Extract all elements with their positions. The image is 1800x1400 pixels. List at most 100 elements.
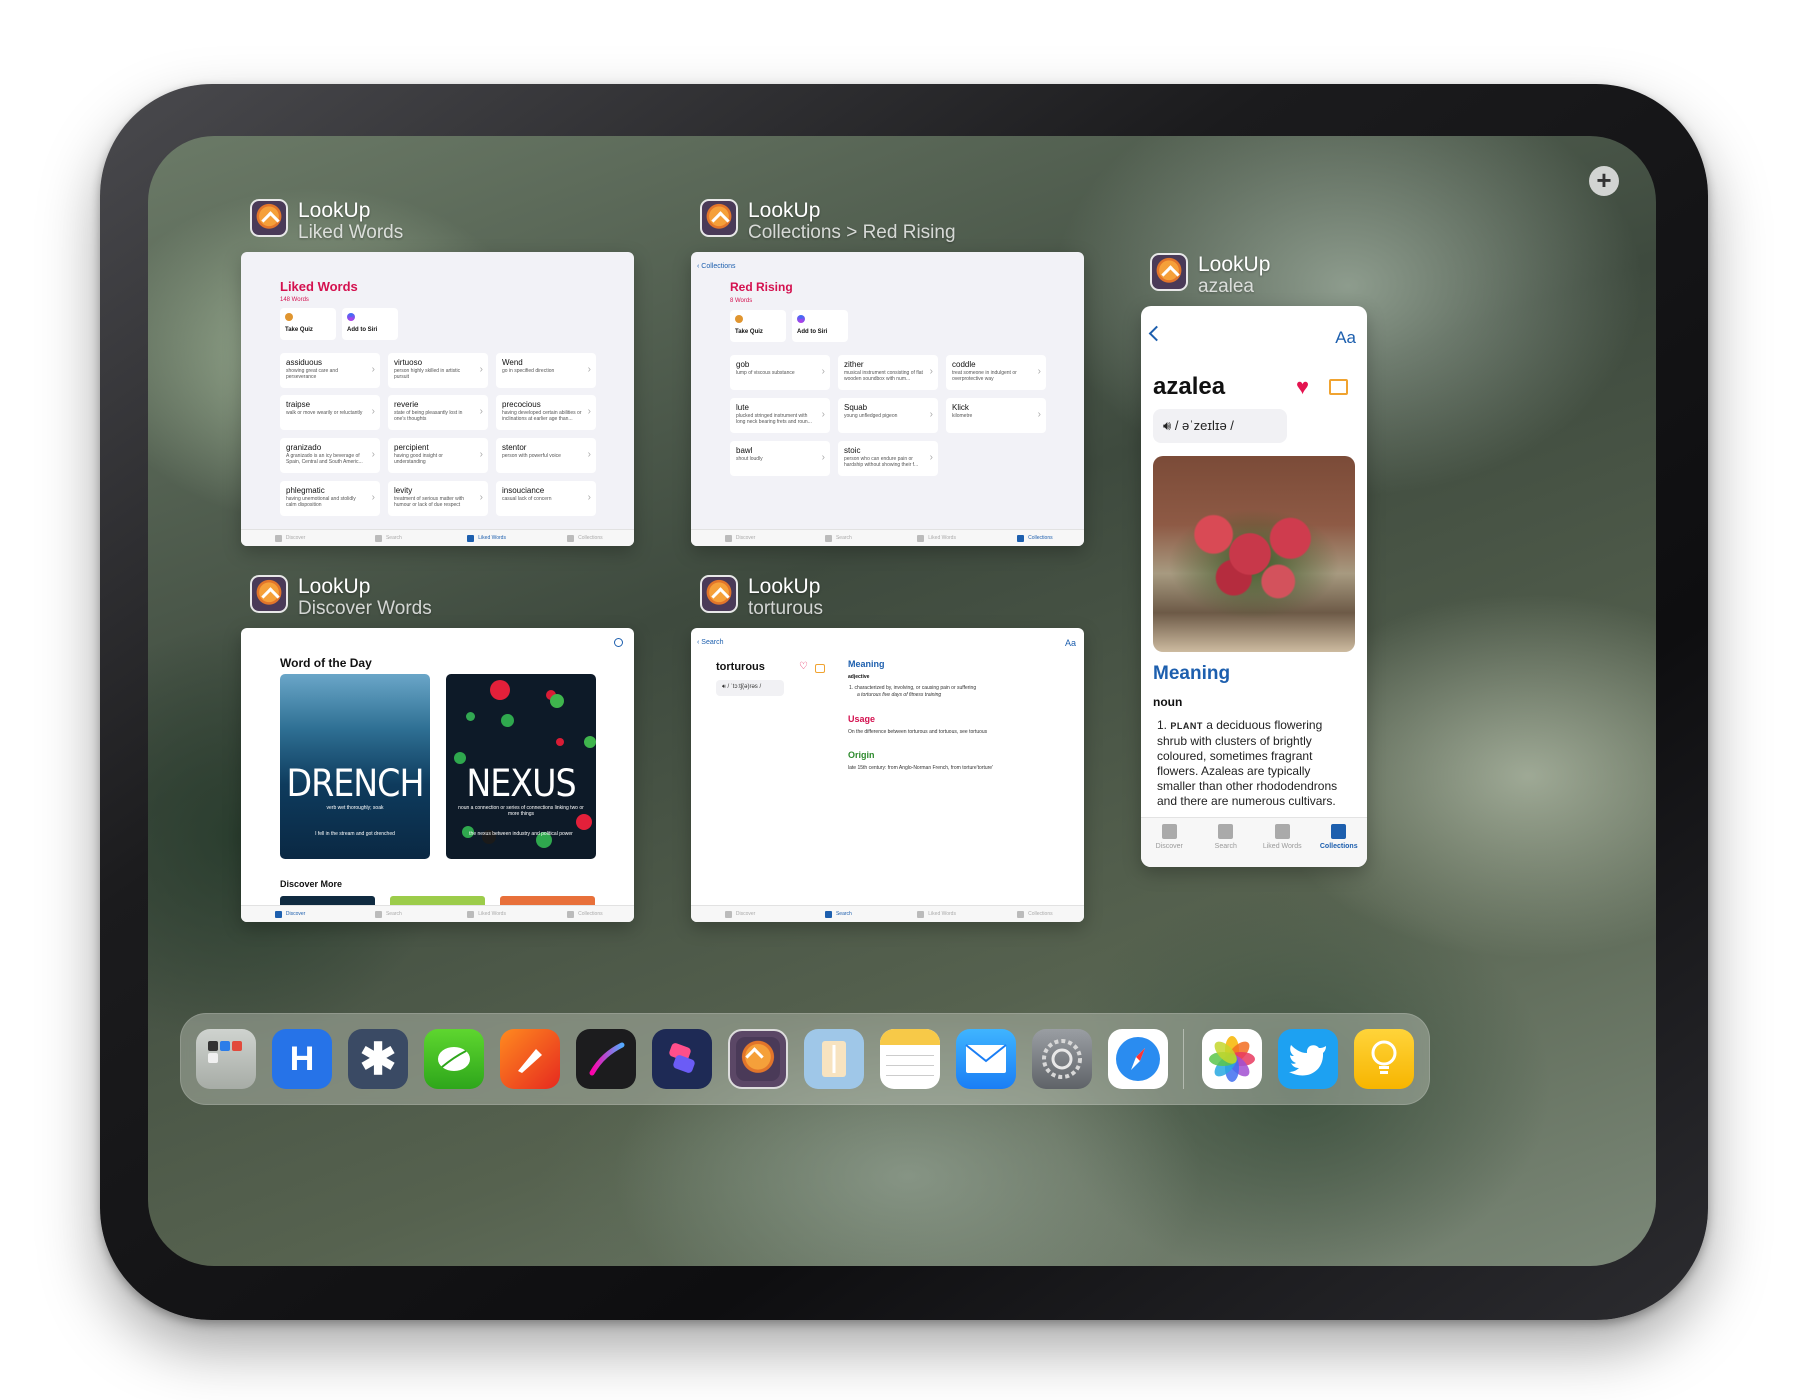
card-window-subtitle: Discover Words (298, 598, 432, 619)
star-asterisk-icon[interactable]: ✱ (348, 1029, 408, 1089)
mail-icon[interactable] (956, 1029, 1016, 1089)
tab-collections[interactable]: Collections (986, 906, 1084, 922)
back-collections-link[interactable]: ‹ Collections (697, 263, 736, 270)
tab-liked-words[interactable]: Liked Words (1254, 818, 1311, 867)
leaf-chat-icon[interactable] (424, 1029, 484, 1089)
tab-collections[interactable]: Collections (1311, 818, 1368, 867)
add-to-collection-icon[interactable] (815, 664, 825, 673)
card-header-liked-words[interactable]: LookUp Liked Words (250, 199, 403, 244)
heart-icon[interactable]: ♥ (1296, 374, 1309, 400)
tab-search[interactable]: Search (1198, 818, 1255, 867)
take-quiz-button[interactable]: Take Quiz (730, 310, 786, 342)
nexus-card[interactable]: NEXUS noun a connection or series of con… (446, 674, 596, 859)
word-card[interactable]: reverie state of being pleasantly lost in… (388, 395, 488, 430)
tab-search[interactable]: Search (789, 530, 887, 546)
tab-liked-words[interactable]: Liked Words (438, 906, 536, 922)
tab-collections[interactable]: Collections (536, 906, 634, 922)
text-size-button[interactable]: Aa (1335, 328, 1356, 348)
window-torturous[interactable]: ‹ Search Aa torturous ♡ 🔊︎ / ˈtɔːtʃ(ə)rə… (691, 628, 1084, 922)
word-card[interactable]: phlegmatic having unemotional and stolidl… (280, 481, 380, 516)
lookup-app-icon (1150, 253, 1188, 291)
card-header-discover[interactable]: LookUp Discover Words (250, 575, 432, 620)
pencil-icon[interactable] (804, 1029, 864, 1089)
photos-icon[interactable] (1202, 1029, 1262, 1089)
procreate-icon[interactable] (576, 1029, 636, 1089)
word-card[interactable]: percipient having good insight or underst… (388, 438, 488, 473)
tab-liked-words[interactable]: Liked Words (888, 906, 986, 922)
heart-icon (467, 910, 475, 918)
tab-liked-words[interactable]: Liked Words (438, 530, 536, 546)
word-card[interactable]: lute plucked stringed instrument with lon… (730, 398, 830, 433)
take-quiz-button[interactable]: Take Quiz (280, 308, 336, 340)
tab-discover[interactable]: Discover (241, 906, 339, 922)
lookup-app-icon (250, 199, 288, 237)
tab-discover[interactable]: Discover (1141, 818, 1198, 867)
tab-discover[interactable]: Discover (241, 530, 339, 546)
add-to-collection-icon[interactable] (1329, 379, 1348, 395)
folder-icon[interactable] (196, 1029, 256, 1089)
word-card[interactable]: virtuoso person highly skilled in artisti… (388, 353, 488, 388)
window-liked-words[interactable]: Liked Words 148 Words Take Quiz Add to S… (241, 252, 634, 546)
search-icon (374, 910, 382, 918)
window-azalea[interactable]: Aa azalea ♥ 🔊︎ / əˈzeɪlɪə / Meaning noun… (1141, 306, 1367, 867)
heart-outline-icon[interactable]: ♡ (799, 661, 808, 672)
tab-search[interactable]: Search (339, 530, 437, 546)
word-card[interactable]: zither musical instrument consisting of f… (838, 355, 938, 390)
hey-h-icon[interactable]: H (272, 1029, 332, 1089)
word-card[interactable]: insouciance casual lack of concern (496, 481, 596, 516)
shortcuts-icon[interactable] (652, 1029, 712, 1089)
text-size-button[interactable]: Aa (1065, 638, 1076, 648)
tab-collections[interactable]: Collections (536, 530, 634, 546)
lookup-app-icon (700, 199, 738, 237)
search-icon (824, 534, 832, 542)
card-app-name: LookUp (748, 199, 821, 222)
heart-icon (467, 534, 475, 542)
tab-search[interactable]: Search (339, 906, 437, 922)
word-card[interactable]: traipse walk or move wearily or reluctant… (280, 395, 380, 430)
safari-compass-icon[interactable] (1108, 1029, 1168, 1089)
word-card[interactable]: stentor person with powerful voice (496, 438, 596, 473)
add-to-siri-button[interactable]: Add to Siri (342, 308, 398, 340)
card-window-subtitle: azalea (1198, 276, 1254, 297)
word-card[interactable]: Squab young unfledged pigeon (838, 398, 938, 433)
word-card[interactable]: stoic person who can endure pain or hards… (838, 441, 938, 476)
dock-divider (1183, 1029, 1184, 1089)
word-card[interactable]: Wend go in specified direction (496, 353, 596, 388)
settings-circle-icon[interactable] (614, 638, 623, 647)
origin-text: late 15th century: from Anglo-Norman Fre… (848, 765, 994, 771)
word-card[interactable]: precocious having developed certain abili… (496, 395, 596, 430)
settings-gear-icon[interactable] (1032, 1029, 1092, 1089)
search-icon (374, 534, 382, 542)
word-card[interactable]: assiduous showing great care and persever… (280, 353, 380, 388)
tab-discover[interactable]: Discover (691, 530, 789, 546)
tab-search[interactable]: Search (789, 906, 887, 922)
tab-collections[interactable]: Collections (986, 530, 1084, 546)
tips-bulb-icon[interactable] (1354, 1029, 1414, 1089)
word-card[interactable]: bawl shout loudly (730, 441, 830, 476)
word-card[interactable]: granizado A granizado is an icy beverage … (280, 438, 380, 473)
card-word: NEXUS (466, 762, 576, 805)
add-to-siri-button[interactable]: Add to Siri (792, 310, 848, 342)
lookup-app-icon (250, 575, 288, 613)
word-card[interactable]: levity treatment of serious matter with h… (388, 481, 488, 516)
pen-nib-icon[interactable] (500, 1029, 560, 1089)
pronunciation-button[interactable]: 🔊︎ / əˈzeɪlɪə / (1153, 409, 1287, 443)
drench-card[interactable]: DRENCH verb wet thoroughly; soak I fell … (280, 674, 430, 859)
add-window-button[interactable]: + (1589, 166, 1619, 196)
card-header-torturous[interactable]: LookUp torturous (700, 575, 823, 620)
card-header-azalea[interactable]: LookUp azalea (1150, 253, 1270, 298)
notes-icon[interactable] (880, 1029, 940, 1089)
twitter-bird-icon[interactable] (1278, 1029, 1338, 1089)
word-card[interactable]: gob lump of viscous substance (730, 355, 830, 390)
tab-liked-words[interactable]: Liked Words (888, 530, 986, 546)
word-card[interactable]: Klick kilometre (946, 398, 1046, 433)
pronunciation-button[interactable]: 🔊︎ / ˈtɔːtʃ(ə)rəs / (716, 680, 784, 696)
word-card[interactable]: coddle treat someone in indulgent or over… (946, 355, 1046, 390)
back-chevron-icon[interactable] (1148, 325, 1165, 342)
window-red-rising[interactable]: ‹ Collections Red Rising 8 Words Take Qu… (691, 252, 1084, 546)
lookup-icon[interactable] (728, 1029, 788, 1089)
back-search-link[interactable]: ‹ Search (697, 639, 723, 646)
card-header-red-rising[interactable]: LookUp Collections > Red Rising (700, 199, 956, 244)
window-discover[interactable]: Word of the Day DRENCH verb wet thorough… (241, 628, 634, 922)
tab-discover[interactable]: Discover (691, 906, 789, 922)
